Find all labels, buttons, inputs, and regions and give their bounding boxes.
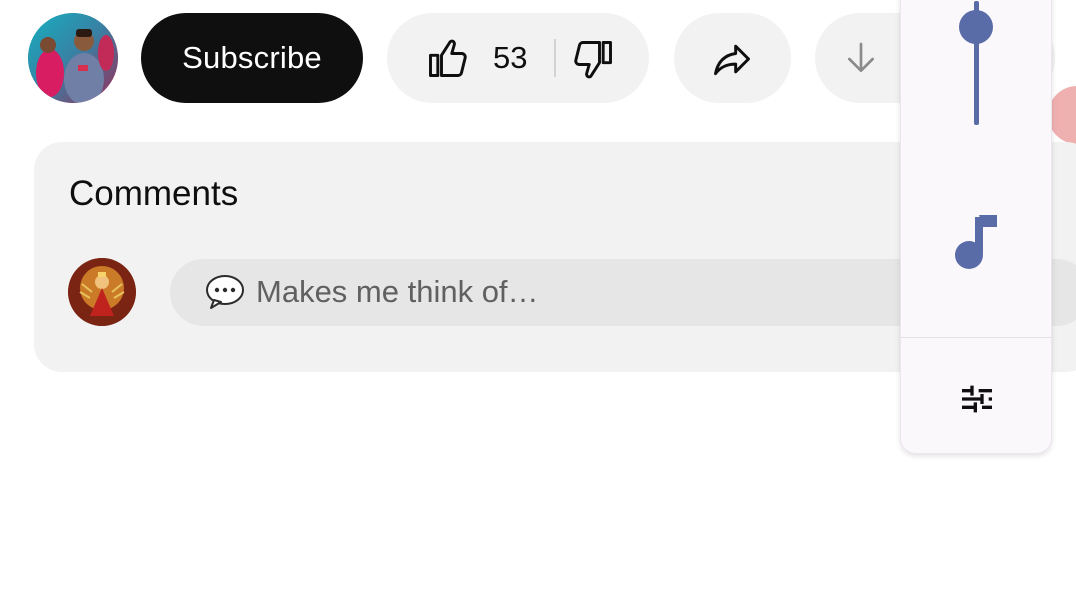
tune-icon[interactable] [957,379,997,419]
user-avatar-photo [68,258,136,326]
download-arrow-icon [848,42,874,72]
channel-avatar-photo [28,13,118,103]
like-button[interactable]: 53 [387,13,554,103]
music-note-icon[interactable] [951,211,1001,271]
subscribe-button[interactable]: Subscribe [141,13,363,103]
share-arrow-icon [714,44,750,76]
thumbs-up-icon [429,39,467,77]
video-actions-screen: Subscribe 53 Comments Makes me think of… [0,0,1076,604]
like-count: 53 [493,40,528,75]
dislike-button[interactable] [556,13,649,103]
audio-side-panel [900,0,1052,454]
channel-avatar[interactable] [28,13,118,103]
panel-divider [901,337,1051,338]
like-dislike-group: 53 [387,13,649,103]
comment-placeholder: Makes me think of… [256,274,539,309]
edge-badge [1048,86,1076,144]
speech-bubble-icon [204,273,246,311]
user-avatar [68,258,136,326]
share-button[interactable] [674,13,791,103]
subscribe-label: Subscribe [182,40,322,75]
volume-slider-thumb[interactable] [959,10,993,44]
thumbs-down-icon [574,41,612,79]
comments-title: Comments [69,174,239,213]
